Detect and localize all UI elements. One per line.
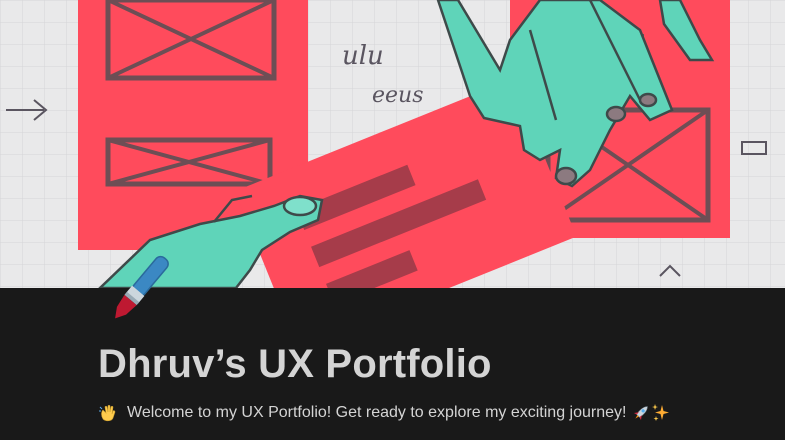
notion-page: ulu eeus Dhruv’s UX Portfolio Welcome to… <box>0 0 785 440</box>
cover-illustration: ulu eeus <box>0 0 785 288</box>
paintbrush-icon[interactable] <box>96 246 180 330</box>
page-subtitle[interactable]: Welcome to my UX Portfolio! Get ready to… <box>98 400 671 426</box>
cover-image[interactable]: ulu eeus <box>0 0 785 288</box>
rocket-icon <box>631 403 651 423</box>
subtitle-text: Welcome to my UX Portfolio! Get ready to… <box>127 404 627 421</box>
page-title[interactable]: Dhruv’s UX Portfolio <box>98 338 492 390</box>
scribble-text-1: ulu <box>342 41 384 71</box>
waving-hand-icon <box>98 403 118 423</box>
sparkles-icon <box>651 403 671 423</box>
scribble-text-2: eeus <box>372 83 424 108</box>
